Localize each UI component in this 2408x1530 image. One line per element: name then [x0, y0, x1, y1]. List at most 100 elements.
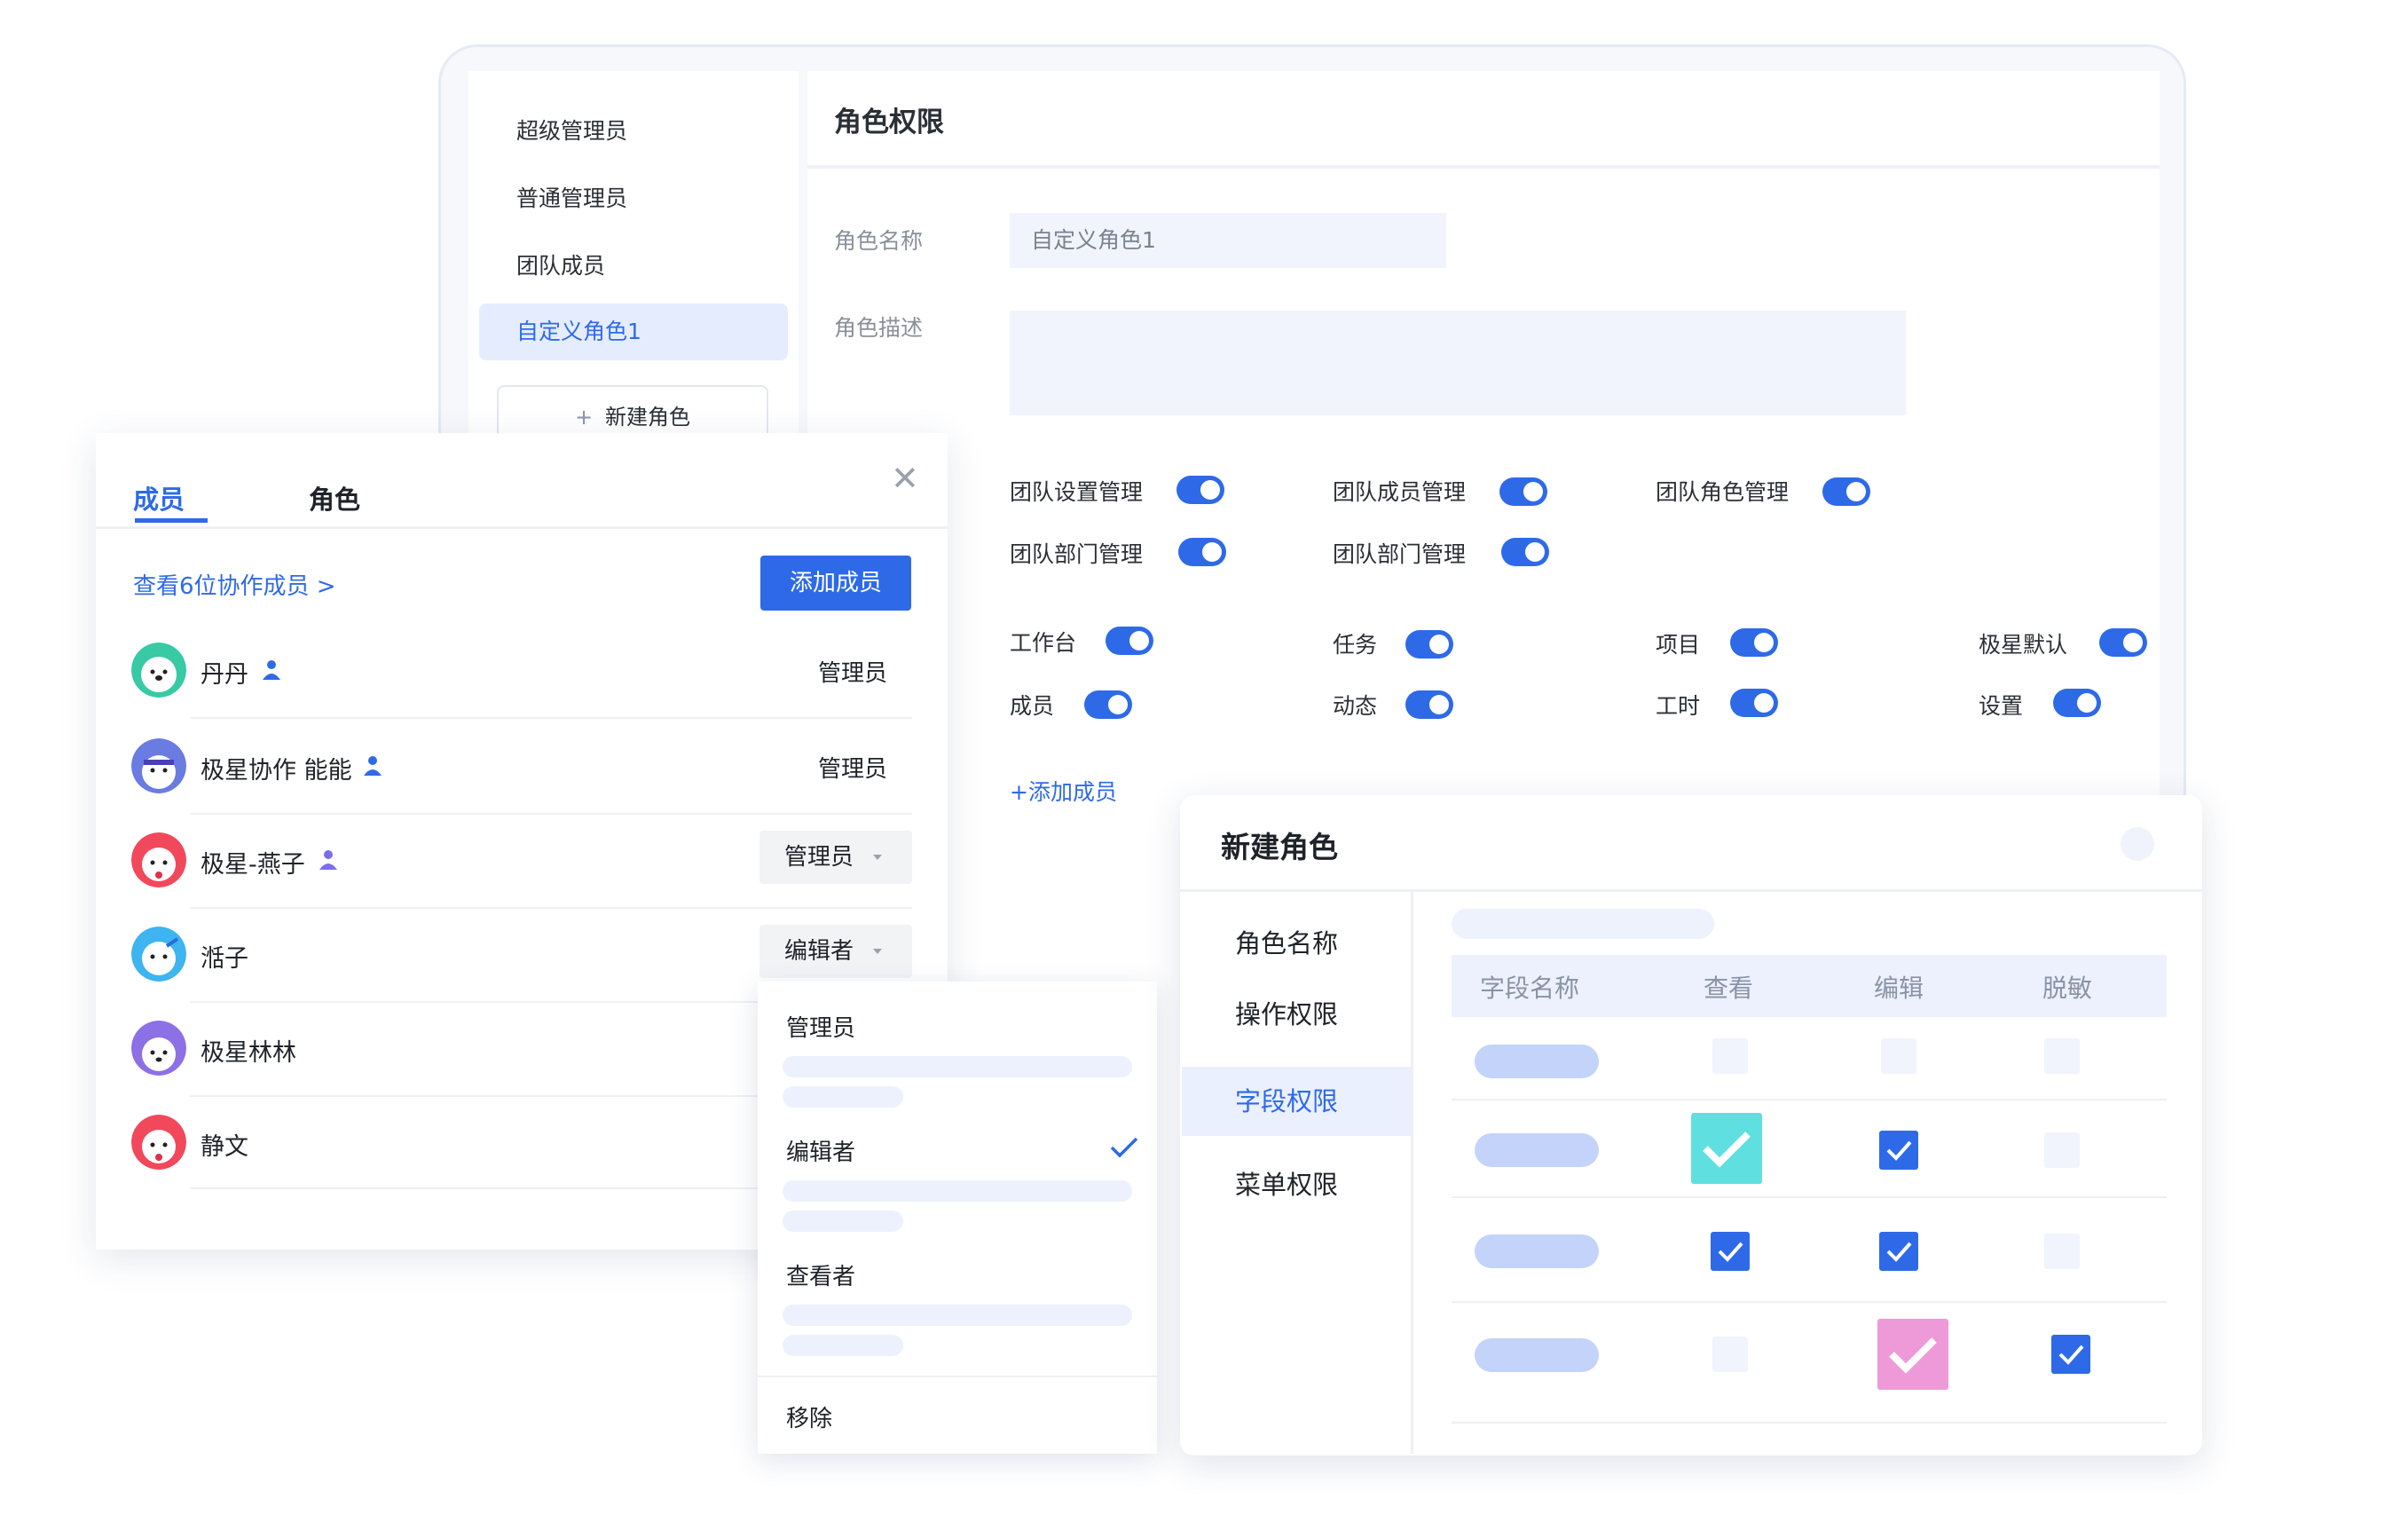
tab-roles[interactable]: 角色	[309, 479, 360, 517]
nav-operation-permission[interactable]: 操作权限	[1182, 980, 1411, 1049]
row-divider	[1452, 1422, 2167, 1424]
role-item-admin[interactable]: 普通管理员	[479, 170, 788, 227]
field-name-placeholder	[1475, 1133, 1599, 1167]
option-remove[interactable]: 移除	[786, 1400, 832, 1433]
column-view: 查看	[1704, 974, 1754, 1003]
role-select[interactable]: 编辑者	[759, 925, 912, 978]
toggle-members[interactable]	[1084, 690, 1132, 719]
checkbox-view[interactable]	[1711, 1232, 1750, 1271]
row-divider	[1452, 1196, 2167, 1198]
member-role: 管理员	[818, 660, 888, 687]
checkbox-mask[interactable]	[2051, 1335, 2090, 1374]
panel-divider	[96, 526, 948, 529]
tab-members[interactable]: 成员	[133, 479, 185, 517]
row-divider	[190, 813, 912, 815]
member-name: 丹丹	[201, 661, 248, 689]
dropdown-divider	[758, 1376, 1157, 1377]
member-name: 极星-燕子	[201, 851, 305, 879]
role-select-value: 管理员	[784, 844, 854, 871]
nav-field-permission[interactable]: 字段权限	[1182, 1067, 1411, 1136]
role-item-super-admin[interactable]: 超级管理员	[479, 103, 788, 160]
toggle-settings[interactable]	[2053, 689, 2101, 717]
toggle-project[interactable]	[1730, 628, 1778, 657]
checkbox-view[interactable]	[1712, 1337, 1748, 1372]
page-title: 角色权限	[834, 106, 944, 138]
perm-members: 成员	[1010, 693, 1055, 719]
toggle-task[interactable]	[1405, 630, 1453, 659]
toggle-team-dept[interactable]	[1178, 538, 1226, 566]
perm-default: 极星默认	[1979, 632, 2068, 658]
toggle-team-dept-2[interactable]	[1501, 538, 1549, 566]
member-role: 管理员	[818, 756, 888, 783]
chevron-down-icon	[873, 949, 882, 954]
perm-team-members: 团队成员管理	[1333, 479, 1467, 505]
member-name: 极星林林	[201, 1039, 296, 1067]
new-role-label: 新建角色	[605, 405, 691, 430]
checkbox-edit[interactable]	[1881, 1038, 1916, 1074]
column-edit: 编辑	[1874, 974, 1924, 1003]
role-select[interactable]: 管理员	[759, 831, 912, 884]
close-icon[interactable]	[2121, 827, 2154, 861]
nav-role-name[interactable]: 角色名称	[1182, 909, 1411, 978]
option-desc-placeholder	[783, 1180, 1132, 1202]
role-name-input[interactable]: 自定义角色1	[1010, 213, 1446, 268]
toggle-workbench[interactable]	[1106, 627, 1153, 655]
checkbox-edit[interactable]	[1879, 1232, 1918, 1271]
field-name-placeholder	[1475, 1045, 1599, 1078]
member-name: 极星协作 能能	[201, 757, 352, 785]
add-member-button[interactable]: 添加成员	[760, 556, 911, 611]
add-member-link[interactable]: +添加成员	[1010, 775, 1117, 807]
option-desc-placeholder	[783, 1086, 903, 1108]
member-name: 静文	[201, 1133, 248, 1161]
perm-workbench: 工作台	[1010, 630, 1077, 656]
check-icon	[1110, 1137, 1138, 1158]
perm-team-settings: 团队设置管理	[1010, 479, 1144, 505]
role-item-team-member[interactable]: 团队成员	[479, 238, 788, 295]
field-name-placeholder	[1475, 1234, 1599, 1268]
checkbox-mask[interactable]	[2044, 1234, 2080, 1269]
checkbox-mask[interactable]	[2044, 1038, 2080, 1074]
toggle-default[interactable]	[2099, 628, 2147, 657]
user-icon	[263, 660, 280, 680]
option-desc-placeholder	[783, 1056, 1132, 1077]
view-collaborators-link[interactable]: 查看6位协作成员 >	[133, 568, 336, 601]
option-desc-placeholder	[783, 1335, 903, 1356]
row-divider	[1452, 1301, 2167, 1303]
role-name-label: 角色名称	[834, 228, 924, 254]
checkbox-view[interactable]	[1712, 1038, 1748, 1074]
nav-menu-permission[interactable]: 菜单权限	[1182, 1150, 1411, 1219]
avatar	[131, 738, 186, 793]
role-item-custom-1[interactable]: 自定义角色1	[479, 304, 788, 360]
role-desc-input[interactable]	[1010, 311, 1906, 415]
checkbox-mask[interactable]	[2044, 1132, 2080, 1168]
header-divider	[807, 165, 2160, 169]
toggle-activity[interactable]	[1405, 690, 1453, 719]
dialog-nav-divider	[1411, 889, 1413, 1454]
row-divider	[190, 717, 912, 719]
perm-team-dept: 团队部门管理	[1010, 541, 1144, 567]
row-divider	[1452, 1099, 2167, 1100]
column-mask: 脱敏	[2042, 974, 2093, 1003]
perm-team-roles: 团队角色管理	[1656, 479, 1790, 505]
perm-project: 项目	[1656, 632, 1701, 658]
avatar	[131, 1021, 186, 1076]
row-divider	[190, 907, 912, 909]
search-placeholder	[1452, 909, 1714, 939]
checkbox-edit[interactable]	[1877, 1319, 1948, 1390]
active-tab-indicator	[135, 518, 208, 523]
toggle-worktime[interactable]	[1730, 689, 1778, 717]
checkbox-edit[interactable]	[1879, 1131, 1918, 1170]
role-desc-label: 角色描述	[834, 315, 924, 341]
toggle-team-members[interactable]	[1499, 477, 1547, 506]
option-desc-placeholder	[783, 1211, 903, 1232]
toggle-team-settings[interactable]	[1176, 476, 1224, 504]
option-editor[interactable]: 编辑者	[786, 1134, 855, 1167]
option-viewer[interactable]: 查看者	[786, 1258, 855, 1291]
avatar	[131, 832, 186, 887]
perm-team-dept-2: 团队部门管理	[1333, 541, 1467, 567]
toggle-team-roles[interactable]	[1822, 477, 1870, 506]
user-icon	[319, 850, 337, 870]
option-admin[interactable]: 管理员	[786, 1010, 855, 1043]
checkbox-view[interactable]	[1691, 1113, 1762, 1184]
close-icon[interactable]: ✕	[891, 461, 919, 495]
